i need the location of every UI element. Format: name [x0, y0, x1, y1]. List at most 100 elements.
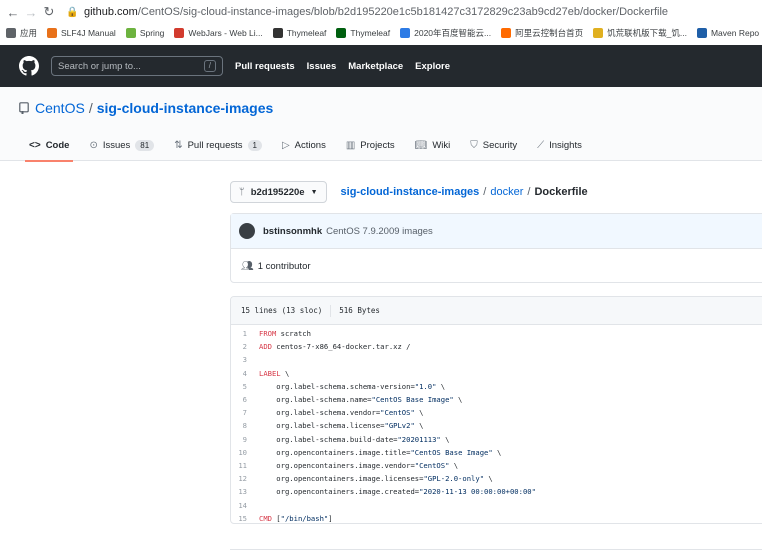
- bookmark-item[interactable]: 饥荒联机版下载_饥...: [593, 27, 687, 39]
- game-icon: [593, 28, 604, 38]
- tab-projects[interactable]: ▥ Projects: [346, 129, 395, 161]
- line-number[interactable]: 14: [231, 501, 259, 510]
- commit-author-link[interactable]: bstinsonmhk: [263, 226, 322, 237]
- avatar[interactable]: [239, 223, 255, 239]
- tab-counter: 1: [247, 139, 262, 151]
- line-number[interactable]: 9: [231, 435, 259, 444]
- bookmark-item[interactable]: Maven Repo: [696, 28, 759, 38]
- code-token: \: [414, 408, 424, 418]
- bookmark-item[interactable]: 阿里云控制台首页: [501, 27, 583, 39]
- repo-separator: /: [88, 100, 93, 116]
- code-line: 12 org.opencontainers.image.licenses="GP…: [231, 472, 762, 485]
- tab-wiki[interactable]: 📖︎ Wiki: [415, 129, 451, 161]
- tab-insights[interactable]: ⟋ Insights: [537, 129, 582, 161]
- slf4j-icon: [47, 28, 58, 38]
- bookmark-item[interactable]: SLF4J Manual: [47, 28, 116, 38]
- back-arrow-icon[interactable]: ←: [4, 5, 22, 20]
- line-content: CMD ["/bin/bash"]: [259, 514, 333, 523]
- breadcrumb-file: Dockerfile: [534, 186, 588, 198]
- string-literal: "2020-11-13 00:00:00+00:00": [419, 487, 536, 497]
- bookmark-item[interactable]: WebJars - Web Li...: [174, 28, 263, 38]
- tab-code[interactable]: <> Code: [24, 129, 74, 162]
- line-content: org.opencontainers.image.title="CentOS B…: [259, 448, 501, 457]
- bookmark-item[interactable]: Spring: [125, 28, 164, 38]
- line-number[interactable]: 2: [231, 342, 259, 351]
- string-literal: "20201113": [397, 434, 441, 444]
- line-number[interactable]: 13: [231, 487, 259, 496]
- code-text: org.label-schema.license="GPLv2" \: [259, 421, 423, 430]
- bookmark-item[interactable]: 应用: [6, 27, 37, 39]
- line-content: org.label-schema.build-date="20201113" \: [259, 435, 449, 444]
- play-icon: ▷: [281, 139, 290, 151]
- line-number[interactable]: 6: [231, 395, 259, 404]
- line-number[interactable]: 10: [231, 448, 259, 457]
- bookmark-item[interactable]: 2020年百度智能云...: [400, 27, 491, 39]
- tab-label: Actions: [294, 139, 326, 151]
- bookmark-item[interactable]: Thymeleaf: [336, 28, 390, 38]
- code-token: org.opencontainers.image.licenses=: [259, 474, 424, 484]
- breadcrumb-separator: /: [483, 186, 487, 198]
- code-block: 1 FROM scratch 2 ADD centos-7-x86_64-docker…: [231, 325, 762, 523]
- code-line: 1 FROM scratch: [231, 327, 762, 340]
- code-line: 9 org.label-schema.build-date="20201113"…: [231, 433, 762, 446]
- file-header: 15 lines (13 sloc) 516 Bytes: [231, 297, 762, 325]
- line-number[interactable]: 11: [231, 461, 259, 470]
- webjars-icon: [174, 28, 185, 38]
- code-line: 8 org.label-schema.license="GPLv2" \: [231, 419, 762, 432]
- nav-pull-requests[interactable]: Pull requests: [235, 61, 295, 72]
- code-line: 7 org.label-schema.vendor="CentOS" \: [231, 406, 762, 419]
- commit-info: bstinsonmhk CentOS 7.9.2009 images: [231, 214, 762, 249]
- bookmark-item[interactable]: Thymeleaf: [272, 28, 326, 38]
- bookmark-label: 阿里云控制台首页: [515, 28, 584, 38]
- search-placeholder: Search or jump to...: [58, 60, 141, 72]
- search-shortcut-key: /: [203, 60, 216, 72]
- browser-address-bar: ← → ↻ 🔒 github.com/CentOS/sig-cloud-inst…: [0, 0, 762, 24]
- breadcrumb-dir-link[interactable]: docker: [490, 186, 523, 198]
- line-number[interactable]: 7: [231, 408, 259, 417]
- file-navigation: ᛘ b2d195220e ▼ sig-cloud-instance-images…: [230, 181, 588, 203]
- repo-owner-link[interactable]: CentOS: [35, 100, 85, 116]
- nav-issues[interactable]: Issues: [307, 61, 337, 72]
- tab-label: Issues: [102, 139, 131, 151]
- code-token: org.opencontainers.image.title=: [259, 447, 411, 457]
- line-number[interactable]: 15: [231, 514, 259, 523]
- shield-icon: ⛉: [470, 139, 478, 151]
- tab-pull-requests[interactable]: ⇅ Pull requests 1: [174, 129, 262, 161]
- contributors-count[interactable]: 1 contributor: [258, 261, 311, 272]
- line-content: org.opencontainers.image.licenses="GPL-2…: [259, 474, 492, 484]
- code-text: \: [280, 368, 290, 378]
- code-text: org.opencontainers.image.vendor="CentOS"…: [259, 461, 458, 470]
- line-number[interactable]: 4: [231, 369, 259, 378]
- nav-marketplace[interactable]: Marketplace: [348, 61, 403, 72]
- search-input[interactable]: Search or jump to... /: [51, 56, 223, 76]
- github-logo-icon[interactable]: [19, 56, 39, 76]
- repo-tabs: <> Code ⊙ Issues 81 ⇅ Pull requests 1 ▷ Actions ▥ P…: [19, 129, 602, 162]
- breadcrumb-repo-link[interactable]: sig-cloud-instance-images: [341, 186, 480, 198]
- line-number[interactable]: 8: [231, 421, 259, 430]
- repo-name-link[interactable]: sig-cloud-instance-images: [97, 100, 274, 116]
- lock-icon[interactable]: 🔒: [66, 7, 80, 18]
- branch-select-button[interactable]: ᛘ b2d195220e ▼: [230, 181, 327, 203]
- string-literal: "CentOS Base Image": [371, 395, 454, 405]
- url-field[interactable]: github.com/CentOS/sig-cloud-instance-ima…: [84, 6, 668, 18]
- code-token: org.label-schema.build-date=: [259, 434, 398, 444]
- nav-explore[interactable]: Explore: [415, 61, 450, 72]
- code-text: centos-7-x86_64-docker.tar.xz /: [271, 342, 411, 352]
- line-number[interactable]: 3: [231, 355, 259, 364]
- string-literal: "CentOS": [414, 460, 450, 470]
- thymeleaf-leaf-icon: [336, 28, 347, 38]
- tab-security[interactable]: ⛉ Security: [470, 129, 517, 161]
- tab-issues[interactable]: ⊙ Issues 81: [89, 129, 155, 161]
- github-header: Search or jump to... / Pull requests Iss…: [0, 45, 762, 87]
- line-number[interactable]: 1: [231, 329, 259, 338]
- code-icon: <>: [29, 139, 41, 151]
- code-line: 10 org.opencontainers.image.title="CentO…: [231, 446, 762, 459]
- commit-message[interactable]: CentOS 7.9.2009 images: [326, 226, 433, 237]
- forward-arrow-icon[interactable]: →: [22, 5, 40, 20]
- line-content: FROM scratch: [259, 329, 311, 338]
- line-number[interactable]: 12: [231, 474, 259, 483]
- line-number[interactable]: 5: [231, 382, 259, 391]
- tab-actions[interactable]: ▷ Actions: [282, 129, 326, 161]
- keyword: LABEL: [259, 368, 281, 378]
- reload-icon[interactable]: ↻: [40, 4, 58, 20]
